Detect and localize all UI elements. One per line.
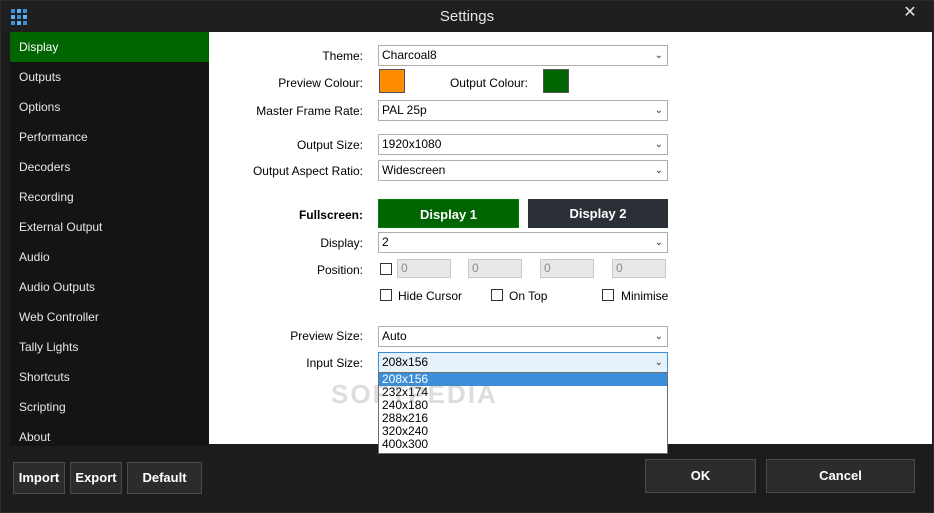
sidebar-item-web-controller[interactable]: Web Controller [10,302,209,332]
sidebar-item-display[interactable]: Display [10,32,209,62]
preview-colour-label: Preview Colour: [278,76,363,90]
default-button[interactable]: Default [127,462,202,494]
preview-size-label: Preview Size: [290,329,363,343]
output-colour-swatch[interactable] [543,69,569,93]
fullscreen-label: Fullscreen: [298,208,363,222]
output-colour-label: Output Colour: [449,76,528,90]
display-label: Display: [320,236,363,250]
display-value: 2 [382,235,389,249]
display-2-button[interactable]: Display 2 [528,199,668,228]
import-button[interactable]: Import [13,462,65,494]
minimise-checkbox[interactable] [602,289,614,301]
settings-window: Settings ✕ Display Outputs Options Perfo… [0,0,934,513]
preview-size-select[interactable]: Auto ⌄ [378,326,668,347]
position-checkbox[interactable] [380,263,392,275]
sidebar-item-about[interactable]: About [10,422,209,452]
sidebar-item-audio[interactable]: Audio [10,242,209,272]
aspect-ratio-select[interactable]: Widescreen ⌄ [378,160,668,181]
sidebar-item-scripting[interactable]: Scripting [10,392,209,422]
hide-cursor-checkbox[interactable] [380,289,392,301]
preview-size-value: Auto [382,329,407,343]
title-bar[interactable]: Settings ✕ [1,1,933,32]
position-height-input[interactable]: 0 [612,259,666,278]
minimise-label: Minimise [621,289,669,303]
position-width-input[interactable]: 0 [540,259,594,278]
master-frame-rate-value: PAL 25p [382,103,427,117]
chevron-down-icon: ⌄ [654,331,663,342]
aspect-ratio-value: Widescreen [382,163,446,177]
sidebar-item-tally-lights[interactable]: Tally Lights [10,332,209,362]
position-label: Position: [316,263,363,277]
output-size-select[interactable]: 1920x1080 ⌄ [378,134,668,155]
input-size-dropdown-list: 208x156 232x174 240x180 288x216 320x240 … [378,372,668,454]
theme-value: Charcoal8 [382,48,437,62]
dropdown-option[interactable]: 400x300 [379,438,667,451]
on-top-checkbox[interactable] [491,289,503,301]
sidebar-item-performance[interactable]: Performance [10,122,209,152]
sidebar-item-decoders[interactable]: Decoders [10,152,209,182]
chevron-down-icon: ⌄ [654,357,663,368]
hide-cursor-label: Hide Cursor [398,289,463,303]
input-size-value: 208x156 [382,355,429,369]
chevron-down-icon: ⌄ [654,50,663,61]
master-frame-rate-label: Master Frame Rate: [256,104,363,118]
ok-button[interactable]: OK [645,459,756,493]
theme-label: Theme: [322,49,363,63]
on-top-label: On Top [509,289,548,303]
chevron-down-icon: ⌄ [654,105,663,116]
aspect-ratio-label: Output Aspect Ratio: [252,164,363,178]
preview-colour-swatch[interactable] [379,69,405,93]
sidebar: Display Outputs Options Performance Deco… [10,32,209,446]
chevron-down-icon: ⌄ [654,139,663,150]
sidebar-item-audio-outputs[interactable]: Audio Outputs [10,272,209,302]
sidebar-item-options[interactable]: Options [10,92,209,122]
cancel-button[interactable]: Cancel [766,459,915,493]
window-title: Settings [439,8,495,25]
theme-select[interactable]: Charcoal8 ⌄ [378,45,668,66]
chevron-down-icon: ⌄ [654,237,663,248]
sidebar-item-external-output[interactable]: External Output [10,212,209,242]
position-x-input[interactable]: 0 [397,259,451,278]
input-size-select[interactable]: 208x156 ⌄ [378,352,668,373]
position-y-input[interactable]: 0 [468,259,522,278]
master-frame-rate-select[interactable]: PAL 25p ⌄ [378,100,668,121]
output-size-label: Output Size: [296,138,363,152]
export-button[interactable]: Export [70,462,122,494]
display-select[interactable]: 2 ⌄ [378,232,668,253]
display-1-button[interactable]: Display 1 [378,199,519,228]
sidebar-item-outputs[interactable]: Outputs [10,62,209,92]
sidebar-item-shortcuts[interactable]: Shortcuts [10,362,209,392]
sidebar-item-recording[interactable]: Recording [10,182,209,212]
close-icon[interactable]: ✕ [891,1,929,25]
input-size-label: Input Size: [306,356,363,370]
output-size-value: 1920x1080 [382,137,442,151]
chevron-down-icon: ⌄ [654,165,663,176]
